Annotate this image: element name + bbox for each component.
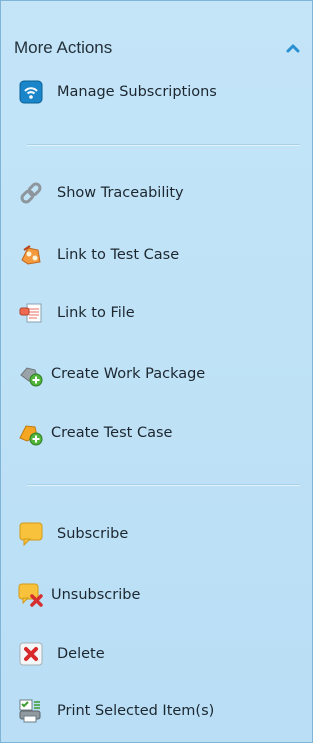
subscriptions-icon (17, 78, 45, 106)
divider (27, 484, 300, 486)
item-label: Link to Test Case (57, 247, 180, 263)
manage-subscriptions-button[interactable]: Manage Subscriptions (17, 75, 302, 109)
chevron-up-icon[interactable] (284, 40, 302, 56)
item-label: Create Work Package (51, 366, 206, 382)
item-label: Link to File (57, 305, 135, 321)
delete-button[interactable]: Delete (17, 637, 302, 671)
create-work-package-button[interactable]: Create Work Package (17, 357, 302, 391)
item-label: Show Traceability (57, 185, 184, 201)
create-work-package-icon (17, 360, 45, 388)
item-label: Subscribe (57, 526, 129, 542)
show-traceability-button[interactable]: Show Traceability (17, 176, 302, 210)
chain-link-icon (17, 179, 45, 207)
print-selected-items-button[interactable]: Print Selected Item(s) (17, 694, 302, 728)
delete-icon (17, 640, 45, 668)
divider (27, 144, 300, 146)
unsubscribe-button[interactable]: Unsubscribe (17, 578, 302, 612)
item-label: Unsubscribe (51, 587, 141, 603)
link-to-test-case-button[interactable]: Link to Test Case (17, 238, 302, 272)
panel-title: More Actions (14, 38, 113, 57)
create-test-case-icon (17, 419, 45, 447)
item-label: Manage Subscriptions (57, 84, 217, 100)
unsubscribe-icon (17, 581, 45, 609)
link-test-case-icon (17, 241, 45, 269)
item-label: Print Selected Item(s) (57, 703, 215, 719)
subscribe-button[interactable]: Subscribe (17, 517, 302, 551)
more-actions-panel: More Actions Manage Subscriptions Show T… (0, 0, 313, 743)
print-items-icon (17, 697, 45, 725)
panel-header[interactable]: More Actions (14, 35, 302, 61)
create-test-case-button[interactable]: Create Test Case (17, 416, 302, 450)
item-label: Delete (57, 646, 105, 662)
item-label: Create Test Case (51, 425, 173, 441)
speech-bubble-icon (17, 520, 45, 548)
link-file-icon (17, 299, 45, 327)
link-to-file-button[interactable]: Link to File (17, 296, 302, 330)
